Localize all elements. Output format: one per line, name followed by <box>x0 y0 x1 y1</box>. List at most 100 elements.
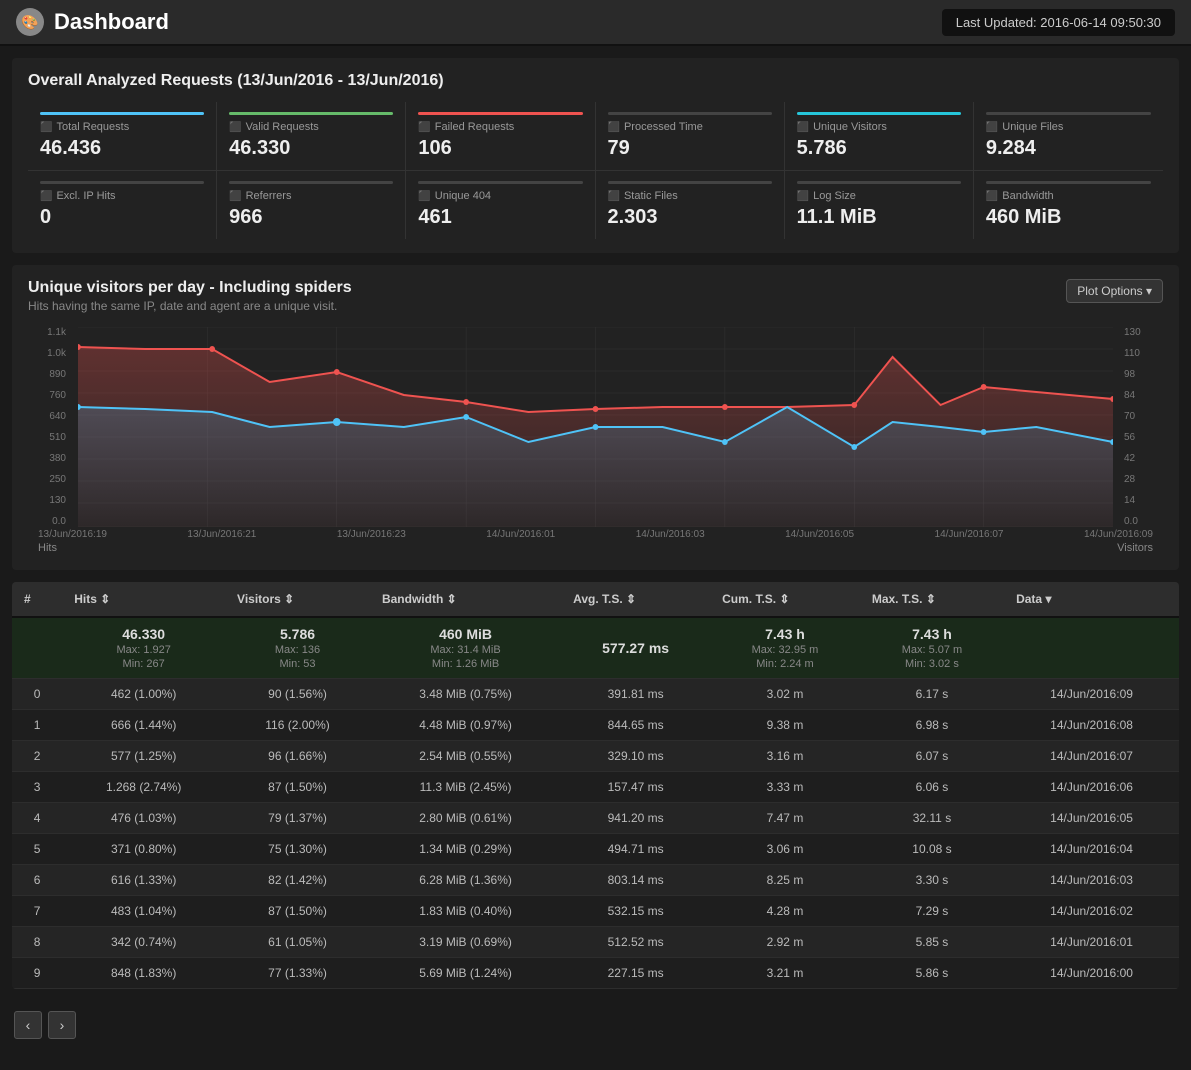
row-hits: 616 (1.33%) <box>62 865 225 896</box>
row-bandwidth: 5.69 MiB (1.24%) <box>370 958 561 989</box>
chart-y-left: 1.1k1.0k8907606405103802501300.0 <box>38 327 66 527</box>
row-num: 4 <box>12 803 62 834</box>
row-visitors: 82 (1.42%) <box>225 865 370 896</box>
x-label: 14/Jun/2016:01 <box>486 529 555 540</box>
x-label: 13/Jun/2016:21 <box>187 529 256 540</box>
row-num: 1 <box>12 710 62 741</box>
summary-empty <box>12 617 62 679</box>
header: 🎨 Dashboard Last Updated: 2016-06-14 09:… <box>0 0 1191 46</box>
column-header[interactable]: Visitors ⇕ <box>225 582 370 617</box>
stat-valid-requests: ⬛ Valid Requests46.330 <box>217 102 406 170</box>
stat-value-unique-404: 461 <box>418 206 582 229</box>
column-header[interactable]: Max. T.S. ⇕ <box>860 582 1004 617</box>
table-row: 3 1.268 (2.74%) 87 (1.50%) 11.3 MiB (2.4… <box>12 772 1179 803</box>
column-header[interactable]: # <box>12 582 62 617</box>
row-visitors: 116 (2.00%) <box>225 710 370 741</box>
stat-label-log-size: ⬛ Log Size <box>797 190 961 202</box>
y-left-label: 380 <box>38 453 66 464</box>
row-max-ts: 6.06 s <box>860 772 1004 803</box>
row-visitors: 79 (1.37%) <box>225 803 370 834</box>
row-cum-ts: 4.28 m <box>710 896 860 927</box>
row-max-ts: 5.85 s <box>860 927 1004 958</box>
row-cum-ts: 3.02 m <box>710 679 860 710</box>
row-cum-ts: 9.38 m <box>710 710 860 741</box>
header-row: #Hits ⇕Visitors ⇕Bandwidth ⇕Avg. T.S. ⇕C… <box>12 582 1179 617</box>
stat-log-size: ⬛ Log Size11.1 MiB <box>785 171 974 239</box>
stat-referrers: ⬛ Referrers966 <box>217 171 406 239</box>
table-row: 2 577 (1.25%) 96 (1.66%) 2.54 MiB (0.55%… <box>12 741 1179 772</box>
row-bandwidth: 6.28 MiB (1.36%) <box>370 865 561 896</box>
row-hits: 371 (0.80%) <box>62 834 225 865</box>
row-data: 14/Jun/2016:00 <box>1004 958 1179 989</box>
row-avg-ts: 227.15 ms <box>561 958 710 989</box>
y-left-label: 760 <box>38 390 66 401</box>
last-updated-badge: Last Updated: 2016-06-14 09:50:30 <box>942 9 1175 36</box>
y-left-label: 1.0k <box>38 348 66 359</box>
column-header[interactable]: Hits ⇕ <box>62 582 225 617</box>
stat-value-unique-visitors: 5.786 <box>797 137 961 160</box>
y-right-label: 84 <box>1124 390 1158 401</box>
stat-value-referrers: 966 <box>229 206 393 229</box>
x-label: 14/Jun/2016:09 <box>1084 529 1153 540</box>
summary-bandwidth: 460 MiBMax: 31.4 MiBMin: 1.26 MiB <box>370 617 561 679</box>
table-body: 46.330Max: 1.927Min: 267 5.786Max: 136Mi… <box>12 617 1179 989</box>
y-right-label: 110 <box>1124 348 1158 359</box>
table-row: 5 371 (0.80%) 75 (1.30%) 1.34 MiB (0.29%… <box>12 834 1179 865</box>
next-page-button[interactable]: › <box>48 1011 76 1039</box>
y-right-label: 42 <box>1124 453 1158 464</box>
chart-axis-labels: Hits Visitors <box>38 542 1153 554</box>
row-visitors: 90 (1.56%) <box>225 679 370 710</box>
stats-row-2: ⬛ Excl. IP Hits0⬛ Referrers966 ⬛ Unique 4… <box>28 170 1163 239</box>
summary-data <box>1004 617 1179 679</box>
row-data: 14/Jun/2016:08 <box>1004 710 1179 741</box>
row-data: 14/Jun/2016:06 <box>1004 772 1179 803</box>
stat-unique-visitors: ⬛ Unique Visitors5.786 <box>785 102 974 170</box>
data-table: #Hits ⇕Visitors ⇕Bandwidth ⇕Avg. T.S. ⇕C… <box>12 582 1179 989</box>
summary-hits: 46.330Max: 1.927Min: 267 <box>62 617 225 679</box>
y-left-label: 640 <box>38 411 66 422</box>
row-num: 0 <box>12 679 62 710</box>
row-data: 14/Jun/2016:01 <box>1004 927 1179 958</box>
row-visitors: 61 (1.05%) <box>225 927 370 958</box>
row-cum-ts: 2.92 m <box>710 927 860 958</box>
chart-x-labels: 13/Jun/2016:1913/Jun/2016:2113/Jun/2016:… <box>38 529 1153 540</box>
row-bandwidth: 2.54 MiB (0.55%) <box>370 741 561 772</box>
row-data: 14/Jun/2016:03 <box>1004 865 1179 896</box>
table-row: 0 462 (1.00%) 90 (1.56%) 3.48 MiB (0.75%… <box>12 679 1179 710</box>
stat-total-requests: ⬛ Total Requests46.436 <box>28 102 217 170</box>
prev-page-button[interactable]: ‹ <box>14 1011 42 1039</box>
chart-wrapper: 1.1k1.0k8907606405103802501300.0 1301109… <box>68 327 1123 527</box>
row-avg-ts: 329.10 ms <box>561 741 710 772</box>
column-header[interactable]: Bandwidth ⇕ <box>370 582 561 617</box>
row-data: 14/Jun/2016:02 <box>1004 896 1179 927</box>
stat-label-unique-404: ⬛ Unique 404 <box>418 190 582 202</box>
row-max-ts: 6.98 s <box>860 710 1004 741</box>
row-avg-ts: 844.65 ms <box>561 710 710 741</box>
row-hits: 666 (1.44%) <box>62 710 225 741</box>
chart-section: Unique visitors per day - Including spid… <box>12 265 1179 570</box>
row-hits: 1.268 (2.74%) <box>62 772 225 803</box>
row-max-ts: 5.86 s <box>860 958 1004 989</box>
row-visitors: 96 (1.66%) <box>225 741 370 772</box>
row-hits: 483 (1.04%) <box>62 896 225 927</box>
stat-static-files: ⬛ Static Files2.303 <box>596 171 785 239</box>
y-left-label: 0.0 <box>38 516 66 527</box>
stat-excl-ip-hits: ⬛ Excl. IP Hits0 <box>28 171 217 239</box>
column-header[interactable]: Avg. T.S. ⇕ <box>561 582 710 617</box>
plot-options-button[interactable]: Plot Options ▾ <box>1066 279 1163 303</box>
x-label: 13/Jun/2016:19 <box>38 529 107 540</box>
hits-axis-label: Hits <box>38 542 57 554</box>
header-title-group: 🎨 Dashboard <box>16 8 169 36</box>
table-row: 8 342 (0.74%) 61 (1.05%) 3.19 MiB (0.69%… <box>12 927 1179 958</box>
stat-value-total-requests: 46.436 <box>40 137 204 160</box>
row-num: 2 <box>12 741 62 772</box>
table-row: 7 483 (1.04%) 87 (1.50%) 1.83 MiB (0.40%… <box>12 896 1179 927</box>
row-data: 14/Jun/2016:07 <box>1004 741 1179 772</box>
row-hits: 577 (1.25%) <box>62 741 225 772</box>
x-label: 14/Jun/2016:07 <box>935 529 1004 540</box>
chart-svg <box>78 327 1113 527</box>
column-header[interactable]: Data ▾ <box>1004 582 1179 617</box>
row-num: 6 <box>12 865 62 896</box>
stat-unique-files: ⬛ Unique Files9.284 <box>974 102 1163 170</box>
column-header[interactable]: Cum. T.S. ⇕ <box>710 582 860 617</box>
